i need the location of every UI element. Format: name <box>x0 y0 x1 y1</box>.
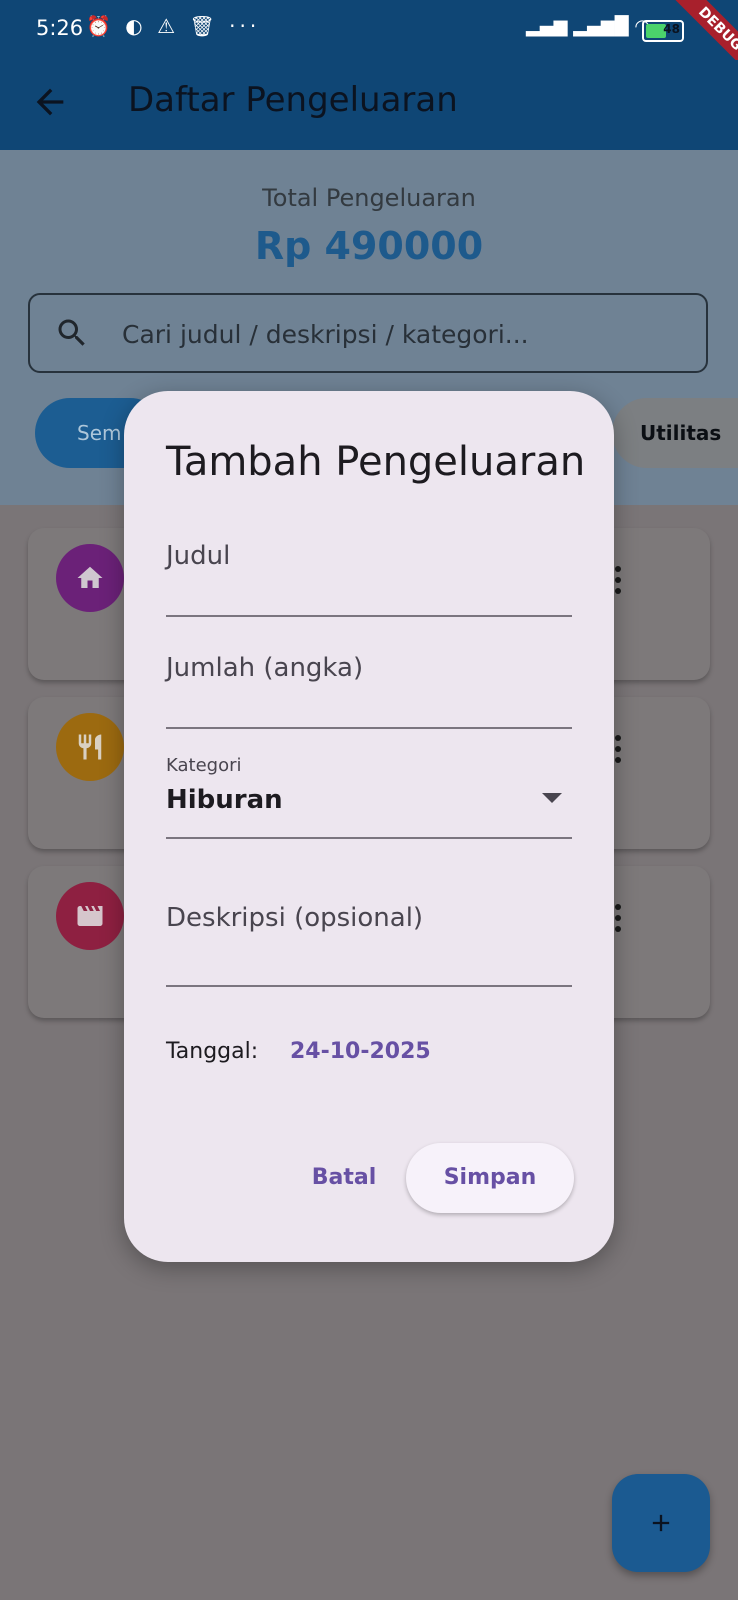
category-avatar <box>56 882 124 950</box>
total-value: Rp 490000 <box>254 224 484 268</box>
title-field-label: Judul <box>166 541 231 571</box>
date-picker-value[interactable]: 24-10-2025 <box>290 1039 431 1064</box>
save-button[interactable]: Simpan <box>406 1143 574 1213</box>
battery-percent: 48 <box>663 22 680 36</box>
add-expense-button[interactable] <box>612 1474 710 1572</box>
category-field-label: Kategori <box>166 755 242 776</box>
search-field[interactable] <box>28 293 708 373</box>
status-bar: 5:26 ⏰ ◐ ⚠ 🗑 ··· ▂▄▆ ▂▄▆█ ◠ 48 DEBUG <box>0 0 738 94</box>
amount-field[interactable]: Jumlah (angka) <box>166 653 572 729</box>
amount-field-label: Jumlah (angka) <box>166 653 364 683</box>
date-label: Tanggal: <box>166 1039 259 1064</box>
description-field-label: Deskripsi (opsional) <box>166 903 424 933</box>
page-title: Daftar Pengeluaran <box>128 80 458 120</box>
dropdown-arrow-icon <box>542 793 562 803</box>
category-avatar <box>56 544 124 612</box>
back-arrow-icon[interactable] <box>30 82 70 122</box>
signal-wifi-icons: ▂▄▆ ▂▄▆█ ◠ <box>526 16 651 37</box>
category-avatar <box>56 713 124 781</box>
filter-chip-utilitas[interactable]: Utilitas <box>612 398 738 468</box>
description-field[interactable]: Deskripsi (opsional) <box>166 903 572 987</box>
category-dropdown[interactable]: Kategori Hiburan <box>166 755 572 839</box>
add-expense-dialog: Tambah Pengeluaran Judul Jumlah (angka) … <box>124 391 614 1262</box>
battery-icon: 48 <box>642 20 684 42</box>
status-time: 5:26 <box>36 16 84 40</box>
restaurant-icon <box>78 734 102 760</box>
search-input[interactable] <box>120 311 684 357</box>
category-value: Hiburan <box>166 785 283 815</box>
title-field[interactable]: Judul <box>166 541 572 617</box>
notification-icons: ⏰ ◐ ⚠ 🗑 ··· <box>86 14 261 38</box>
total-label: Total Pengeluaran <box>262 184 476 212</box>
search-icon <box>58 319 85 346</box>
home-icon <box>77 566 103 588</box>
add-icon <box>652 1514 670 1532</box>
movie-icon <box>77 906 103 926</box>
dialog-title: Tambah Pengeluaran <box>166 439 586 485</box>
app-bar: Daftar Pengeluaran <box>0 60 738 150</box>
cancel-button[interactable]: Batal <box>294 1143 394 1213</box>
